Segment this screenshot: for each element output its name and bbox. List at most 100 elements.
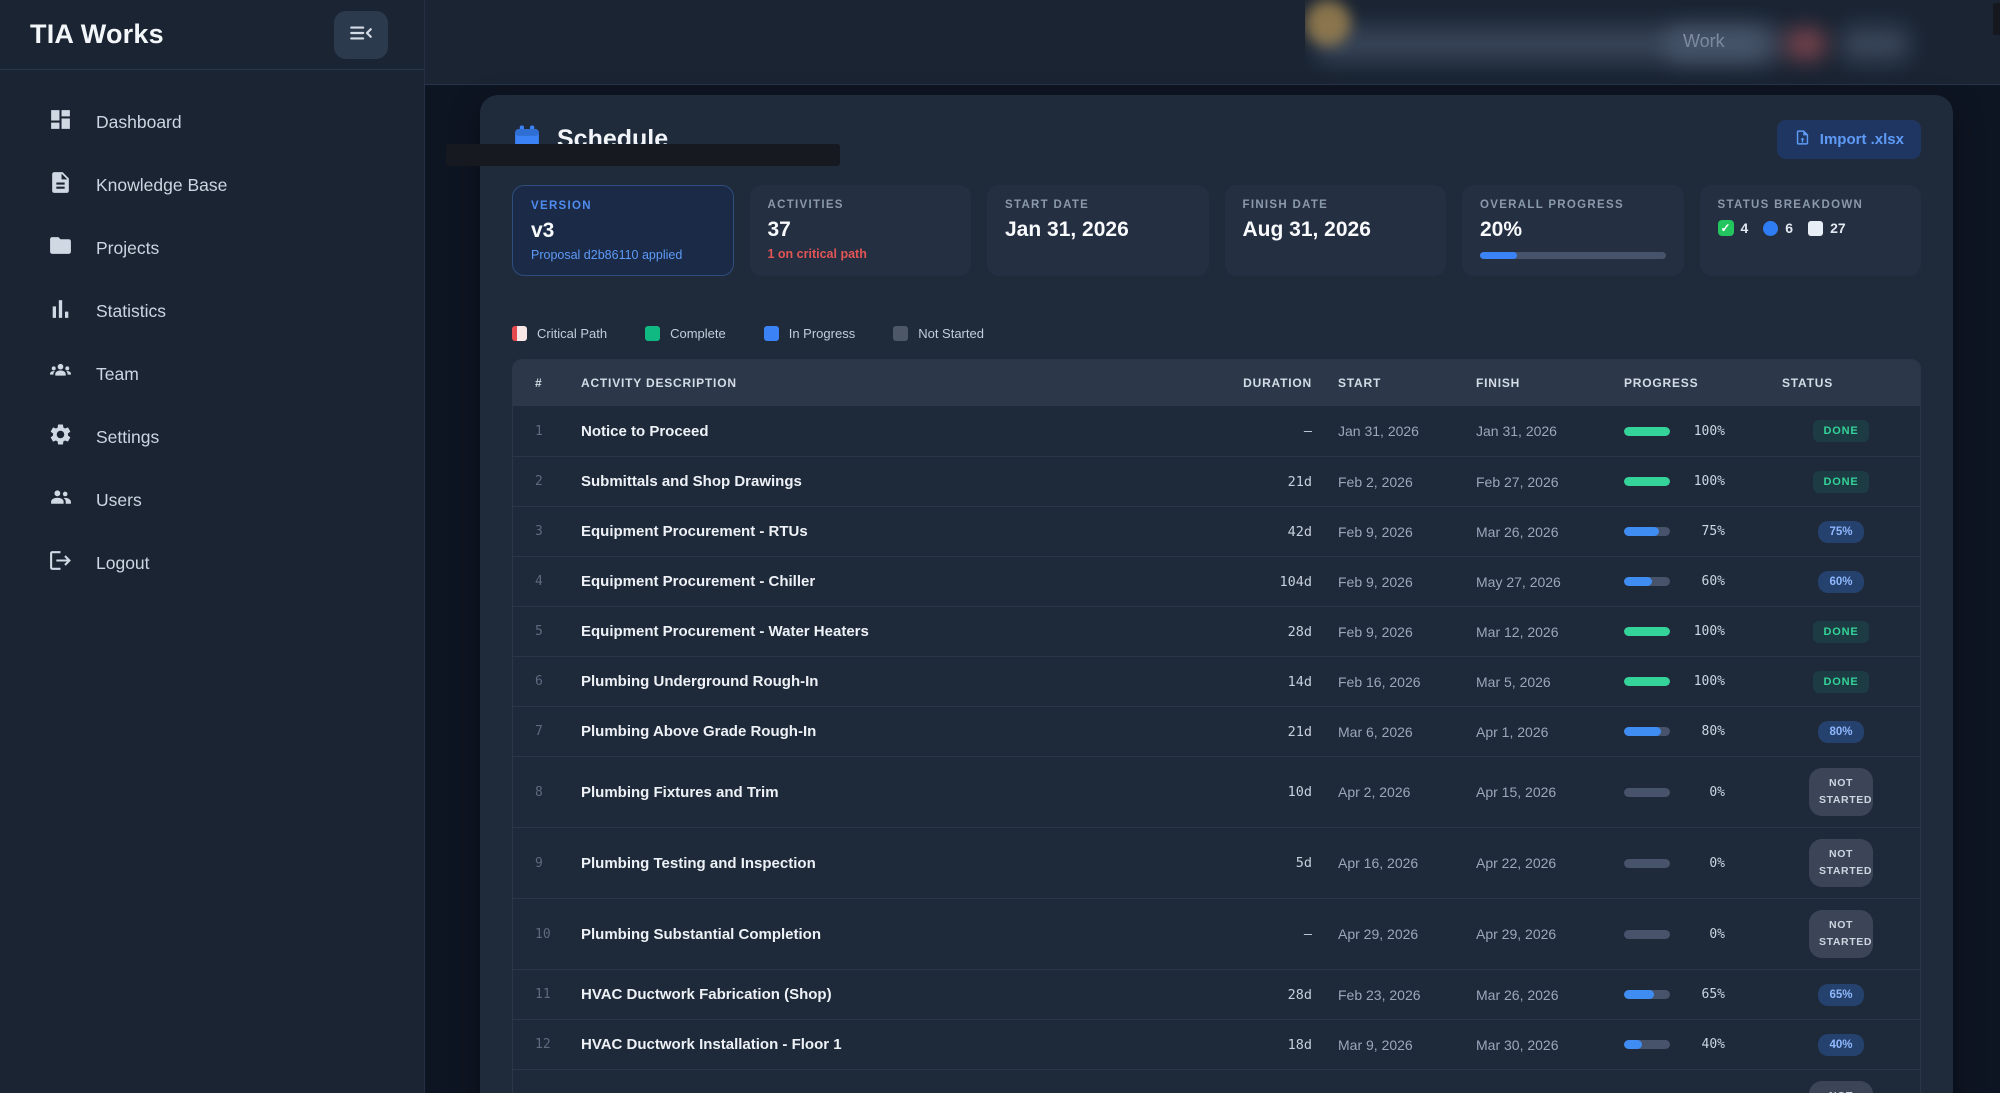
- activity-progress-cell: 0%: [1624, 927, 1782, 942]
- activity-start-date: Apr 2, 2026: [1338, 784, 1476, 800]
- activity-finish-date: Mar 26, 2026: [1476, 524, 1624, 540]
- legend-label: Complete: [670, 326, 726, 341]
- progress-bar-fill: [1624, 627, 1670, 636]
- status-badge: NOT STARTED: [1809, 910, 1873, 959]
- activity-status-cell: NOT STARTED: [1782, 839, 1900, 888]
- sidebar-collapse-button[interactable]: [334, 11, 388, 59]
- import-xlsx-label: Import .xlsx: [1820, 131, 1904, 148]
- progress-bar-fill: [1624, 577, 1652, 586]
- activity-status-cell: NOT STARTED: [1782, 768, 1900, 817]
- activity-progress-cell: 0%: [1624, 785, 1782, 800]
- stat-label: FINISH DATE: [1243, 199, 1429, 211]
- white-square-icon: [1808, 221, 1823, 236]
- activity-progress-cell: 0%: [1624, 856, 1782, 871]
- legend-swatch-inprogress: [764, 326, 779, 341]
- row-number: 4: [535, 574, 581, 589]
- status-badge: DONE: [1813, 471, 1870, 493]
- progress-bar: [1624, 527, 1670, 536]
- activity-progress-cell: 100%: [1624, 624, 1782, 639]
- progress-bar: [1624, 427, 1670, 436]
- status-badge: 75%: [1818, 521, 1863, 543]
- legend-swatch-complete: [645, 326, 660, 341]
- progress-percent-label: 0%: [1683, 785, 1725, 800]
- legend-item-critical: Critical Path: [512, 326, 607, 341]
- sidebar-item-dashboard[interactable]: Dashboard: [34, 98, 410, 146]
- status-badge: NOT STARTED: [1809, 768, 1873, 817]
- sidebar-item-users[interactable]: Users: [34, 476, 410, 524]
- stat-value: 20%: [1480, 218, 1666, 242]
- status-badge: 40%: [1818, 1034, 1863, 1056]
- activity-duration: 28d: [1226, 624, 1338, 640]
- team-icon: [48, 359, 73, 389]
- avatar[interactable]: [1305, 0, 1351, 46]
- status-badge: DONE: [1813, 621, 1870, 643]
- progress-bar-fill: [1624, 477, 1670, 486]
- status-badge: NOT STARTED: [1809, 839, 1873, 888]
- activity-finish-date: Apr 29, 2026: [1476, 926, 1624, 942]
- status-breakdown-row: ✓ 4 6 27: [1718, 220, 1904, 236]
- progress-bar-fill: [1624, 527, 1659, 536]
- progress-percent-label: 60%: [1683, 574, 1725, 589]
- activity-progress-cell: 100%: [1624, 674, 1782, 689]
- sidebar-item-statistics[interactable]: Statistics: [34, 287, 410, 335]
- activity-duration: 5d: [1226, 855, 1338, 871]
- column-header--: #: [535, 376, 581, 390]
- sidebar-item-label: Settings: [96, 427, 159, 448]
- overall-progress-bar: [1480, 252, 1666, 259]
- stat-label: STATUS BREAKDOWN: [1718, 199, 1904, 211]
- import-xlsx-button[interactable]: Import .xlsx: [1777, 120, 1921, 159]
- activity-start-date: Feb 23, 2026: [1338, 987, 1476, 1003]
- schedule-panel: Schedule Import .xlsx VERSION: [480, 95, 1953, 1093]
- activity-status-cell: 65%: [1782, 984, 1900, 1006]
- progress-bar-fill: [1624, 727, 1661, 736]
- progress-bar-fill: [1624, 990, 1654, 999]
- activity-start-date: Apr 16, 2026: [1338, 855, 1476, 871]
- stats-row: VERSION v3 Proposal d2b86110 applied ACT…: [512, 185, 1921, 276]
- sidebar-item-label: Knowledge Base: [96, 175, 227, 196]
- document-icon: [48, 170, 73, 200]
- column-header-progress: PROGRESS: [1624, 376, 1782, 390]
- progress-percent-label: 65%: [1683, 987, 1725, 1002]
- activity-progress-cell: 100%: [1624, 474, 1782, 489]
- activity-duration: 14d: [1226, 674, 1338, 690]
- blurred-blob: [1840, 26, 1910, 62]
- stat-value: Aug 31, 2026: [1243, 218, 1429, 242]
- activity-duration: 21d: [1226, 474, 1338, 490]
- activity-finish-date: Feb 27, 2026: [1476, 474, 1624, 490]
- activity-duration: 104d: [1226, 574, 1338, 590]
- activity-description: Plumbing Above Grade Rough-In: [581, 723, 1226, 740]
- activity-start-date: Feb 9, 2026: [1338, 574, 1476, 590]
- upload-file-icon: [1794, 129, 1811, 150]
- activity-description: Plumbing Underground Rough-In: [581, 673, 1226, 690]
- app-root: TIA Works DashboardKnowledge BaseProject…: [0, 0, 2000, 1093]
- activity-start-date: Mar 6, 2026: [1338, 724, 1476, 740]
- blurred-blob: [1665, 24, 1785, 64]
- check-square-icon: ✓: [1718, 220, 1734, 236]
- activity-status-cell: NOT STARTED: [1782, 1081, 1900, 1093]
- sidebar-item-knowledge-base[interactable]: Knowledge Base: [34, 161, 410, 209]
- activity-progress-cell: 100%: [1624, 424, 1782, 439]
- activity-finish-date: Apr 22, 2026: [1476, 855, 1624, 871]
- main-area: Work: [425, 0, 2000, 1093]
- activity-description: Equipment Procurement - Water Heaters: [581, 623, 1226, 640]
- legend-label: In Progress: [789, 326, 855, 341]
- stat-sub: 1 on critical path: [768, 247, 954, 261]
- sidebar-item-team[interactable]: Team: [34, 350, 410, 398]
- breakdown-notstarted-count: 27: [1830, 220, 1846, 236]
- sidebar-item-projects[interactable]: Projects: [34, 224, 410, 272]
- stat-value: v3: [531, 219, 715, 243]
- status-badge: NOT STARTED: [1809, 1081, 1873, 1093]
- stat-label: ACTIVITIES: [768, 199, 954, 211]
- row-number: 1: [535, 424, 581, 439]
- sidebar-item-settings[interactable]: Settings: [34, 413, 410, 461]
- progress-percent-label: 100%: [1683, 624, 1725, 639]
- content: Schedule Import .xlsx VERSION: [425, 85, 2000, 1093]
- activity-finish-date: Apr 1, 2026: [1476, 724, 1624, 740]
- table-row: 7Plumbing Above Grade Rough-In21dMar 6, …: [513, 706, 1920, 756]
- stat-card-status-breakdown: STATUS BREAKDOWN ✓ 4 6 27: [1700, 185, 1922, 276]
- progress-bar: [1624, 477, 1670, 486]
- sidebar-item-logout[interactable]: Logout: [34, 539, 410, 587]
- row-number: 7: [535, 724, 581, 739]
- logout-icon: [48, 548, 73, 578]
- progress-bar: [1624, 727, 1670, 736]
